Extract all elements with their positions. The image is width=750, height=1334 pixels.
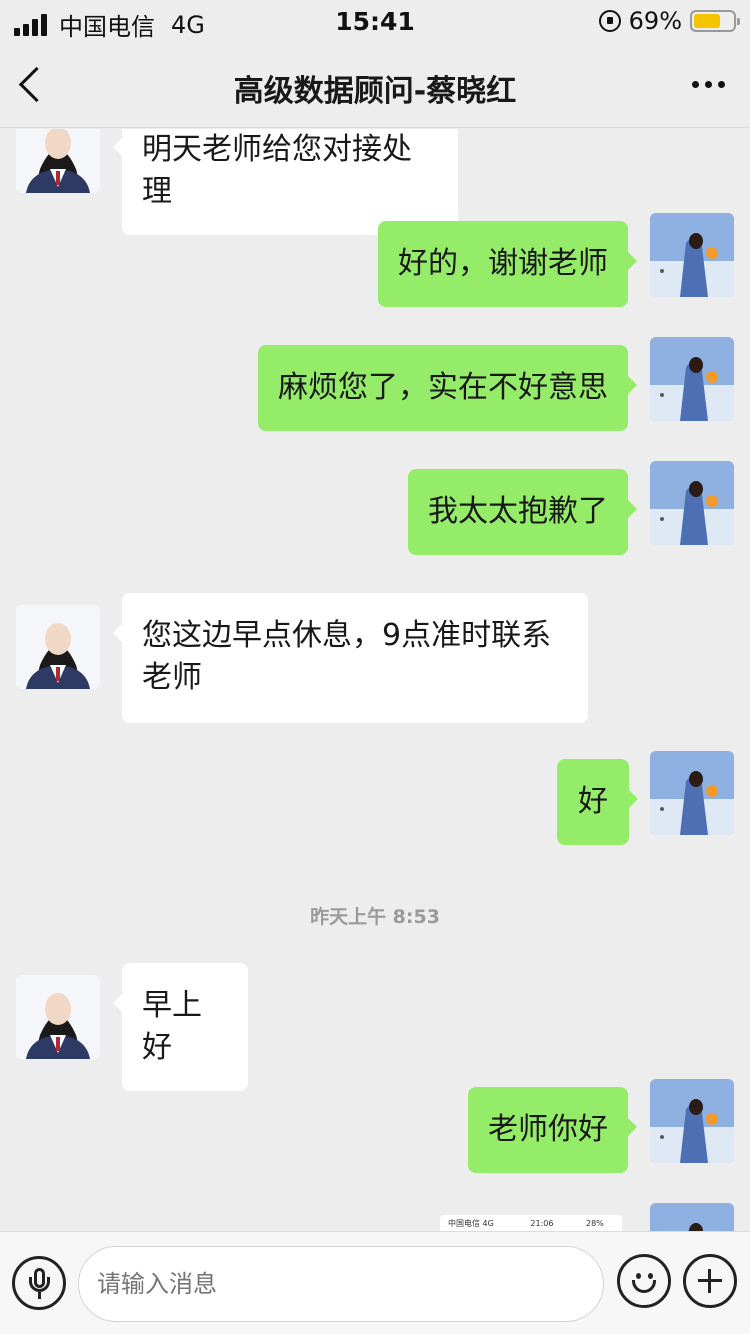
chat-title: 高级数据顾问-蔡晓红 (233, 74, 517, 109)
message-bubble[interactable]: 麻烦您了，实在不好意思 (258, 345, 637, 431)
message-bubble[interactable]: 早上好 (113, 963, 248, 1091)
nav-bar: 高级数据顾问-蔡晓红 (0, 42, 750, 128)
message-text: 您这边早点休息，9点准时联系 (142, 618, 552, 653)
battery-percent: 69% (628, 7, 682, 35)
self-avatar[interactable] (650, 337, 734, 421)
message-bubble[interactable]: 好 (557, 759, 638, 845)
contact-avatar[interactable] (16, 605, 100, 689)
message-bubble[interactable]: 好的，谢谢老师 (378, 221, 637, 307)
message-text: 老师你好 (488, 1112, 608, 1147)
thumb-carrier: 中国电信 4G (448, 1219, 494, 1228)
smile-eye-icon (636, 1273, 641, 1279)
message-bubble[interactable]: 老师你好 (468, 1087, 637, 1173)
chat-area[interactable]: 明天老师给您对接处理 好的，谢谢老师 麻烦您了，实在不好意思 我太太抱歉了 您这… (0, 129, 750, 1231)
thumb-time: 21:06 (530, 1219, 554, 1228)
message-input[interactable] (78, 1246, 604, 1322)
message-text: 明天老师给您对接处理 (142, 132, 412, 209)
status-bar: 中国电信 4G 15:41 69% (0, 0, 750, 42)
message-text: 我太太抱歉了 (428, 494, 608, 529)
smile-eye-icon (648, 1273, 653, 1279)
battery-fill (694, 14, 721, 28)
message-bubble[interactable]: 您这边早点休息，9点准时联系 老师 (113, 593, 588, 723)
contact-avatar[interactable] (16, 129, 100, 193)
self-avatar[interactable] (650, 1079, 734, 1163)
rotation-lock-icon (598, 10, 621, 32)
image-message-thumbnail[interactable]: 中国电信 4G 21:06 28% (440, 1215, 622, 1231)
microphone-stem (38, 1292, 41, 1299)
more-functions-button[interactable] (683, 1254, 737, 1308)
voice-input-button[interactable] (12, 1256, 66, 1310)
more-options-button[interactable] (688, 72, 728, 96)
microphone-arc (29, 1277, 50, 1292)
self-avatar[interactable] (650, 213, 734, 297)
message-text: 好的，谢谢老师 (398, 246, 608, 281)
message-text: 好 (578, 784, 608, 819)
message-text: 麻烦您了，实在不好意思 (278, 370, 608, 405)
chat-timestamp: 昨天上午 8:53 (310, 906, 440, 928)
contact-avatar[interactable] (16, 975, 100, 1059)
self-avatar[interactable] (650, 461, 734, 545)
self-avatar[interactable] (650, 751, 734, 835)
message-text: 早上好 (142, 988, 202, 1065)
message-text: 老师 (142, 660, 202, 695)
battery-icon (690, 10, 740, 32)
input-bar (0, 1231, 750, 1334)
status-right: 69% (598, 7, 740, 35)
self-avatar[interactable] (650, 1203, 734, 1231)
emoji-button[interactable] (617, 1254, 671, 1308)
smile-icon (632, 1280, 656, 1293)
message-bubble[interactable]: 明天老师给您对接处理 (113, 129, 458, 235)
message-bubble[interactable]: 我太太抱歉了 (408, 469, 637, 555)
thumb-battery: 28% (586, 1219, 604, 1228)
